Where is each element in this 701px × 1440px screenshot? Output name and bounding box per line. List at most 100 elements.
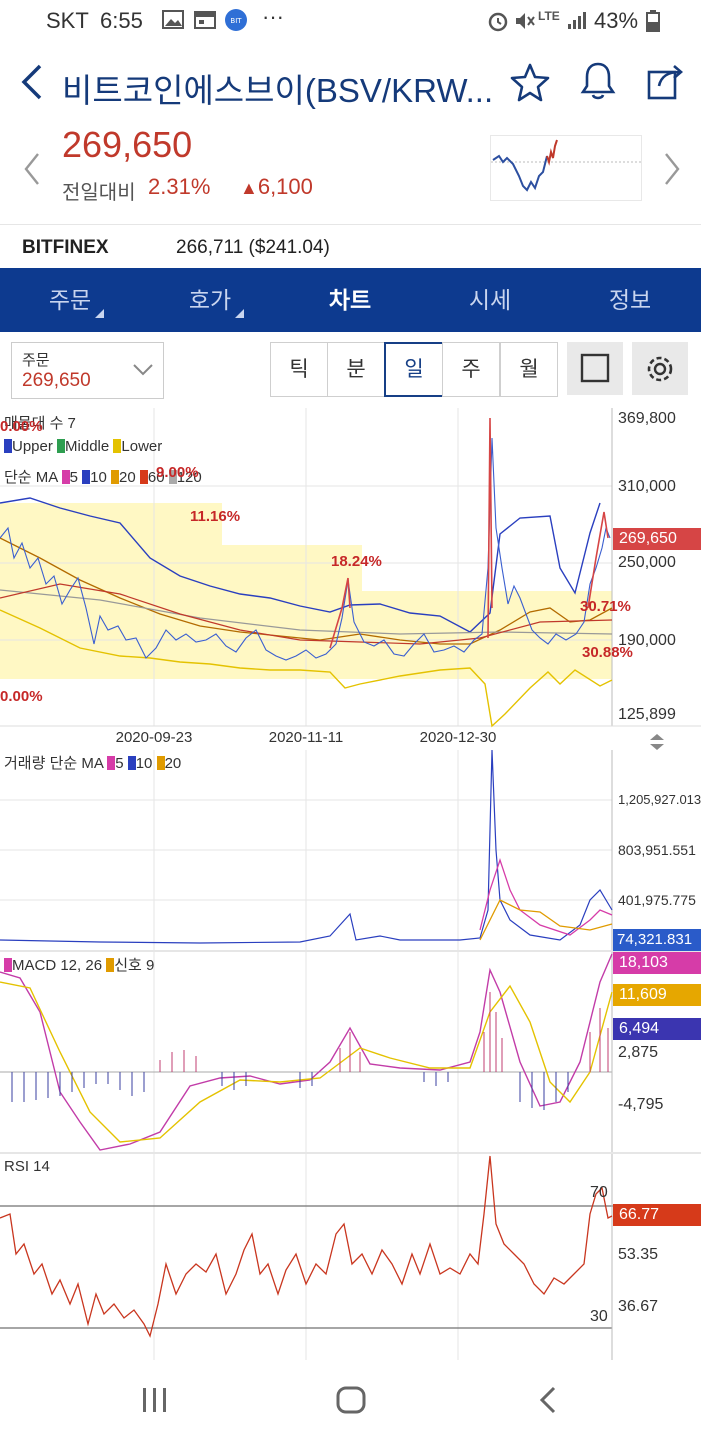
square-icon xyxy=(580,353,610,383)
macd-chart[interactable]: MACD 12, 26 신호 9 18,103 11,609 6,494 2,8… xyxy=(0,952,701,1154)
tab-market[interactable]: 시세 xyxy=(420,268,560,332)
macd-histogram xyxy=(11,1072,569,1110)
legend-middle: Middle xyxy=(65,438,110,455)
x-tick-label: 2020-12-30 xyxy=(420,729,497,746)
back-nav-icon[interactable] xyxy=(536,1382,560,1418)
y-tick-label: -4,795 xyxy=(618,1096,664,1113)
legend-swatch xyxy=(4,958,12,972)
legend-upper: Upper xyxy=(12,438,53,455)
change-amount: ▲6,100 xyxy=(240,174,313,200)
volume-profile-pct: 11.16% xyxy=(190,508,241,525)
volume-profile-pct: 30.71% xyxy=(580,598,631,615)
legend-ma20: 20 xyxy=(119,469,136,486)
macd-badge: 18,103 xyxy=(613,952,701,974)
legend-swatch xyxy=(156,756,165,770)
volume-profile-pct: 0.00% xyxy=(0,688,43,705)
y-tick-label: 53.35 xyxy=(618,1246,659,1263)
sparkline-svg xyxy=(491,139,641,192)
legend-ma5: 5 xyxy=(69,469,78,486)
home-icon[interactable] xyxy=(334,1382,370,1418)
tab-orderbook-label: 호가 xyxy=(188,287,232,313)
signal-icon xyxy=(568,12,586,29)
change-percent: 2.31% xyxy=(148,174,211,199)
x-tick-label: 2020-11-11 xyxy=(269,729,344,746)
legend-swatch xyxy=(61,470,70,484)
y-tick-label: 1,205,927.013 xyxy=(618,792,701,807)
order-dropdown[interactable]: 주문 269,650 xyxy=(11,342,164,399)
period-month[interactable]: 월 xyxy=(500,342,558,397)
alarm-bell-icon[interactable] xyxy=(578,60,618,102)
volume-legend: 거래량 단순 MA 5 10 20 xyxy=(4,752,181,773)
legend-swatch xyxy=(139,470,148,484)
main-tabs: 주문 호가 차트 시세 정보 xyxy=(0,268,701,332)
y-tick-label: 369,800 xyxy=(618,410,676,427)
tab-chart[interactable]: 차트 xyxy=(280,268,420,332)
tab-dropdown-icon xyxy=(235,309,244,318)
exchange-price: 266,711 ($241.04) xyxy=(176,237,330,258)
tab-info[interactable]: 정보 xyxy=(560,268,700,332)
y-tick-label: 2,875 xyxy=(618,1044,659,1061)
tab-order-label: 주문 xyxy=(48,287,92,313)
period-day[interactable]: 일 xyxy=(384,342,444,397)
favorite-star-icon[interactable] xyxy=(510,62,550,102)
legend-swatch xyxy=(107,756,116,770)
prev-arrow-icon[interactable] xyxy=(22,152,42,186)
recent-apps-icon[interactable] xyxy=(140,1382,170,1418)
legend-vol-ma5: 5 xyxy=(115,755,124,772)
ma-legend-label: 단순 MA xyxy=(4,469,58,486)
volume-profile-pct: 0.00% xyxy=(0,418,43,435)
next-arrow-icon[interactable] xyxy=(662,152,682,186)
sparkline-down xyxy=(492,154,548,192)
volume-profile-pct: 9.00% xyxy=(156,464,199,481)
volume-chart[interactable]: 거래량 단순 MA 5 10 20 1,205,927.013 803,951.… xyxy=(0,749,701,952)
tab-dropdown-icon xyxy=(95,309,104,318)
price-chart[interactable]: 2020-09-23 2020-11-11 2020-12-30 369,800… xyxy=(0,408,701,750)
legend-vol-ma10: 10 xyxy=(135,755,153,772)
current-price: 269,650 xyxy=(62,124,193,165)
y-tick-label: 803,951.551 xyxy=(618,842,696,858)
volume-legend-title: 거래량 단순 MA xyxy=(4,755,104,772)
histogram-badge: 6,494 xyxy=(613,1018,701,1040)
rsi-legend: RSI 14 xyxy=(4,1158,50,1175)
macd-histogram-positive xyxy=(159,992,609,1072)
macd-chart-svg xyxy=(0,952,701,1154)
y-tick-label: 70 xyxy=(590,1184,608,1201)
chevron-down-icon xyxy=(133,364,153,376)
volume-profile-pct: 18.24% xyxy=(331,553,382,570)
legend-swatch xyxy=(111,470,119,484)
rsi-chart[interactable]: RSI 14 70 66.77 53.35 36.67 30 xyxy=(0,1154,701,1360)
exchange-name: BITFINEX xyxy=(22,237,109,258)
gear-icon xyxy=(647,356,673,382)
share-icon[interactable] xyxy=(646,62,686,102)
fullscreen-button[interactable] xyxy=(567,342,623,395)
bollinger-legend: Upper Middle Lower xyxy=(4,438,162,455)
period-minute[interactable]: 분 xyxy=(327,342,385,397)
macd-legend: MACD 12, 26 신호 9 xyxy=(4,954,154,975)
sparkline-chart xyxy=(490,135,642,201)
svg-text:BIT: BIT xyxy=(230,17,242,25)
tab-market-label: 시세 xyxy=(468,287,512,313)
change-label: 전일대비 xyxy=(62,182,136,204)
volume-ma20-line xyxy=(479,899,613,941)
battery-icon xyxy=(646,10,660,32)
legend-swatch xyxy=(127,756,136,770)
settings-button[interactable] xyxy=(632,342,688,395)
change-amount-value: 6,100 xyxy=(257,174,313,199)
period-tick[interactable]: 틱 xyxy=(270,342,328,397)
exchange-row: BITFINEX 266,711 ($241.04) xyxy=(0,224,701,269)
tab-order[interactable]: 주문 xyxy=(0,268,140,332)
y-tick-label: 36.67 xyxy=(618,1298,659,1315)
more-notifications: ··· xyxy=(262,4,284,29)
back-arrow-icon[interactable] xyxy=(18,62,46,102)
period-week[interactable]: 주 xyxy=(442,342,500,397)
app-notification-icon: BIT xyxy=(225,9,247,31)
scale-up-icon[interactable] xyxy=(650,734,664,740)
legend-swatch xyxy=(82,470,91,484)
clock: 6:55 xyxy=(100,8,143,33)
y-tick-label: 310,000 xyxy=(618,478,676,495)
y-tick-label: 250,000 xyxy=(618,554,676,571)
tab-orderbook[interactable]: 호가 xyxy=(140,268,280,332)
gallery-icon xyxy=(162,10,184,29)
status-bar: SKT 6:55 BIT ··· LTE 43% xyxy=(0,0,701,44)
app-header: 비트코인에스브이(BSV/KRW... xyxy=(0,44,701,120)
